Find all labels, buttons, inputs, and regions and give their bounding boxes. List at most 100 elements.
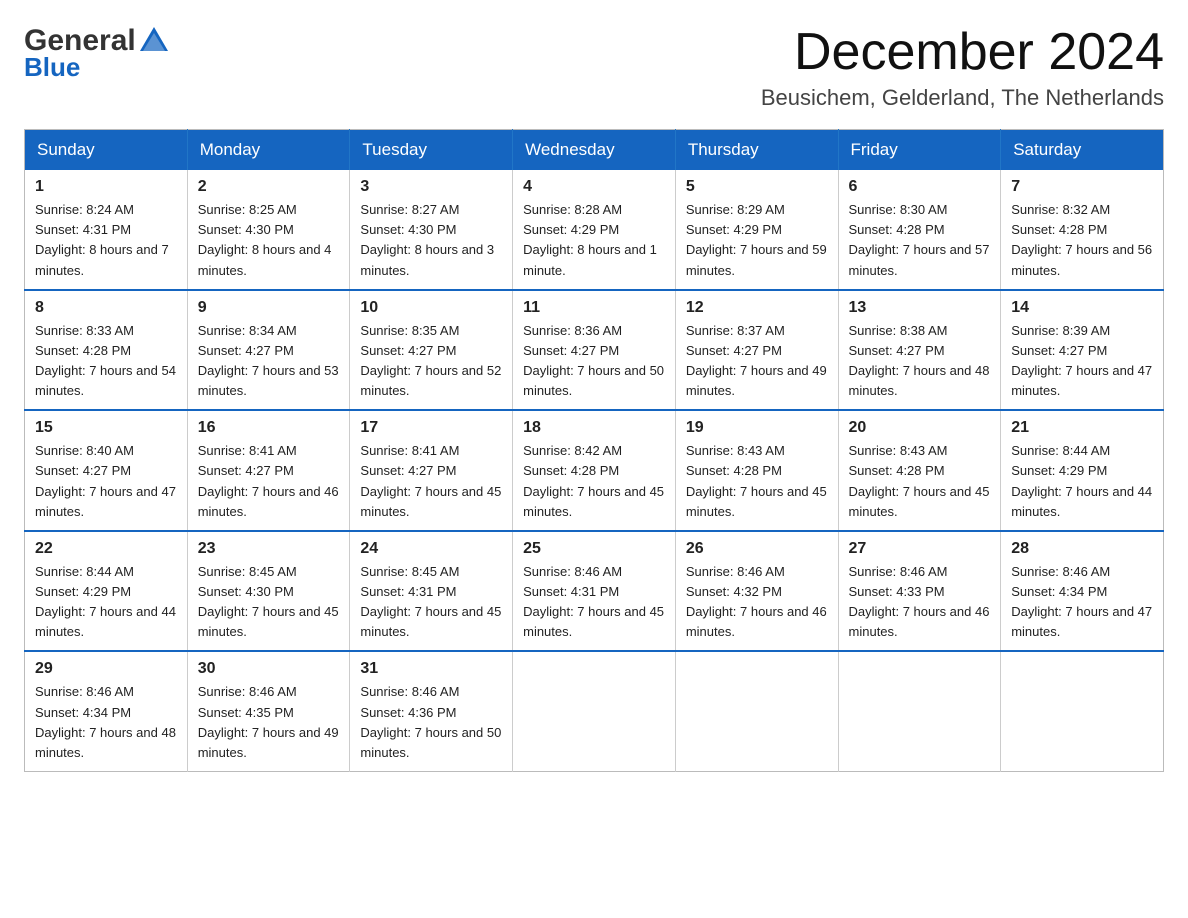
day-cell-13: 13 Sunrise: 8:38 AM Sunset: 4:27 PM Dayl…: [838, 290, 1001, 411]
day-cell-2: 2 Sunrise: 8:25 AM Sunset: 4:30 PM Dayli…: [187, 170, 350, 290]
day-cell-27: 27 Sunrise: 8:46 AM Sunset: 4:33 PM Dayl…: [838, 531, 1001, 652]
week-row-3: 15 Sunrise: 8:40 AM Sunset: 4:27 PM Dayl…: [25, 410, 1164, 531]
day-cell-25: 25 Sunrise: 8:46 AM Sunset: 4:31 PM Dayl…: [513, 531, 676, 652]
day-cell-29: 29 Sunrise: 8:46 AM Sunset: 4:34 PM Dayl…: [25, 651, 188, 771]
day-number: 9: [198, 299, 340, 317]
location-title: Beusichem, Gelderland, The Netherlands: [761, 85, 1164, 111]
weekday-tuesday: Tuesday: [350, 130, 513, 171]
day-number: 13: [849, 299, 991, 317]
day-cell-3: 3 Sunrise: 8:27 AM Sunset: 4:30 PM Dayli…: [350, 170, 513, 290]
day-info: Sunrise: 8:28 AM Sunset: 4:29 PM Dayligh…: [523, 200, 665, 281]
day-number: 22: [35, 540, 177, 558]
day-number: 20: [849, 419, 991, 437]
day-cell-6: 6 Sunrise: 8:30 AM Sunset: 4:28 PM Dayli…: [838, 170, 1001, 290]
weekday-monday: Monday: [187, 130, 350, 171]
day-cell-8: 8 Sunrise: 8:33 AM Sunset: 4:28 PM Dayli…: [25, 290, 188, 411]
day-number: 1: [35, 178, 177, 196]
day-number: 28: [1011, 540, 1153, 558]
day-info: Sunrise: 8:43 AM Sunset: 4:28 PM Dayligh…: [686, 441, 828, 522]
week-row-5: 29 Sunrise: 8:46 AM Sunset: 4:34 PM Dayl…: [25, 651, 1164, 771]
day-info: Sunrise: 8:46 AM Sunset: 4:34 PM Dayligh…: [1011, 562, 1153, 643]
day-info: Sunrise: 8:41 AM Sunset: 4:27 PM Dayligh…: [198, 441, 340, 522]
day-info: Sunrise: 8:42 AM Sunset: 4:28 PM Dayligh…: [523, 441, 665, 522]
title-area: December 2024 Beusichem, Gelderland, The…: [761, 24, 1164, 111]
day-number: 31: [360, 660, 502, 678]
day-info: Sunrise: 8:39 AM Sunset: 4:27 PM Dayligh…: [1011, 321, 1153, 402]
weekday-friday: Friday: [838, 130, 1001, 171]
day-cell-30: 30 Sunrise: 8:46 AM Sunset: 4:35 PM Dayl…: [187, 651, 350, 771]
day-cell-24: 24 Sunrise: 8:45 AM Sunset: 4:31 PM Dayl…: [350, 531, 513, 652]
day-cell-17: 17 Sunrise: 8:41 AM Sunset: 4:27 PM Dayl…: [350, 410, 513, 531]
day-info: Sunrise: 8:38 AM Sunset: 4:27 PM Dayligh…: [849, 321, 991, 402]
empty-cell: [838, 651, 1001, 771]
logo-icon: [138, 23, 170, 55]
day-number: 26: [686, 540, 828, 558]
day-cell-15: 15 Sunrise: 8:40 AM Sunset: 4:27 PM Dayl…: [25, 410, 188, 531]
weekday-wednesday: Wednesday: [513, 130, 676, 171]
day-info: Sunrise: 8:45 AM Sunset: 4:30 PM Dayligh…: [198, 562, 340, 643]
weekday-thursday: Thursday: [675, 130, 838, 171]
logo-blue: Blue: [24, 52, 80, 83]
day-info: Sunrise: 8:32 AM Sunset: 4:28 PM Dayligh…: [1011, 200, 1153, 281]
day-info: Sunrise: 8:46 AM Sunset: 4:31 PM Dayligh…: [523, 562, 665, 643]
day-cell-19: 19 Sunrise: 8:43 AM Sunset: 4:28 PM Dayl…: [675, 410, 838, 531]
day-number: 6: [849, 178, 991, 196]
day-cell-4: 4 Sunrise: 8:28 AM Sunset: 4:29 PM Dayli…: [513, 170, 676, 290]
day-info: Sunrise: 8:25 AM Sunset: 4:30 PM Dayligh…: [198, 200, 340, 281]
day-info: Sunrise: 8:24 AM Sunset: 4:31 PM Dayligh…: [35, 200, 177, 281]
day-cell-7: 7 Sunrise: 8:32 AM Sunset: 4:28 PM Dayli…: [1001, 170, 1164, 290]
day-number: 23: [198, 540, 340, 558]
day-info: Sunrise: 8:44 AM Sunset: 4:29 PM Dayligh…: [1011, 441, 1153, 522]
day-cell-10: 10 Sunrise: 8:35 AM Sunset: 4:27 PM Dayl…: [350, 290, 513, 411]
day-number: 12: [686, 299, 828, 317]
day-number: 8: [35, 299, 177, 317]
day-cell-31: 31 Sunrise: 8:46 AM Sunset: 4:36 PM Dayl…: [350, 651, 513, 771]
day-number: 3: [360, 178, 502, 196]
day-number: 15: [35, 419, 177, 437]
day-info: Sunrise: 8:29 AM Sunset: 4:29 PM Dayligh…: [686, 200, 828, 281]
weekday-header-row: SundayMondayTuesdayWednesdayThursdayFrid…: [25, 130, 1164, 171]
day-info: Sunrise: 8:36 AM Sunset: 4:27 PM Dayligh…: [523, 321, 665, 402]
month-title: December 2024: [761, 24, 1164, 81]
day-info: Sunrise: 8:37 AM Sunset: 4:27 PM Dayligh…: [686, 321, 828, 402]
day-cell-18: 18 Sunrise: 8:42 AM Sunset: 4:28 PM Dayl…: [513, 410, 676, 531]
day-number: 19: [686, 419, 828, 437]
weekday-sunday: Sunday: [25, 130, 188, 171]
day-cell-23: 23 Sunrise: 8:45 AM Sunset: 4:30 PM Dayl…: [187, 531, 350, 652]
day-info: Sunrise: 8:40 AM Sunset: 4:27 PM Dayligh…: [35, 441, 177, 522]
day-number: 10: [360, 299, 502, 317]
day-info: Sunrise: 8:43 AM Sunset: 4:28 PM Dayligh…: [849, 441, 991, 522]
day-number: 14: [1011, 299, 1153, 317]
day-cell-28: 28 Sunrise: 8:46 AM Sunset: 4:34 PM Dayl…: [1001, 531, 1164, 652]
day-info: Sunrise: 8:34 AM Sunset: 4:27 PM Dayligh…: [198, 321, 340, 402]
day-cell-20: 20 Sunrise: 8:43 AM Sunset: 4:28 PM Dayl…: [838, 410, 1001, 531]
day-cell-12: 12 Sunrise: 8:37 AM Sunset: 4:27 PM Dayl…: [675, 290, 838, 411]
day-number: 18: [523, 419, 665, 437]
day-info: Sunrise: 8:44 AM Sunset: 4:29 PM Dayligh…: [35, 562, 177, 643]
day-info: Sunrise: 8:41 AM Sunset: 4:27 PM Dayligh…: [360, 441, 502, 522]
weekday-saturday: Saturday: [1001, 130, 1164, 171]
header: General Blue December 2024 Beusichem, Ge…: [24, 24, 1164, 111]
week-row-4: 22 Sunrise: 8:44 AM Sunset: 4:29 PM Dayl…: [25, 531, 1164, 652]
day-info: Sunrise: 8:45 AM Sunset: 4:31 PM Dayligh…: [360, 562, 502, 643]
logo: General Blue: [24, 24, 170, 83]
day-info: Sunrise: 8:46 AM Sunset: 4:34 PM Dayligh…: [35, 682, 177, 763]
day-info: Sunrise: 8:46 AM Sunset: 4:32 PM Dayligh…: [686, 562, 828, 643]
week-row-1: 1 Sunrise: 8:24 AM Sunset: 4:31 PM Dayli…: [25, 170, 1164, 290]
day-cell-14: 14 Sunrise: 8:39 AM Sunset: 4:27 PM Dayl…: [1001, 290, 1164, 411]
day-number: 25: [523, 540, 665, 558]
empty-cell: [513, 651, 676, 771]
day-cell-26: 26 Sunrise: 8:46 AM Sunset: 4:32 PM Dayl…: [675, 531, 838, 652]
day-number: 30: [198, 660, 340, 678]
day-info: Sunrise: 8:30 AM Sunset: 4:28 PM Dayligh…: [849, 200, 991, 281]
day-number: 2: [198, 178, 340, 196]
day-cell-21: 21 Sunrise: 8:44 AM Sunset: 4:29 PM Dayl…: [1001, 410, 1164, 531]
week-row-2: 8 Sunrise: 8:33 AM Sunset: 4:28 PM Dayli…: [25, 290, 1164, 411]
day-cell-11: 11 Sunrise: 8:36 AM Sunset: 4:27 PM Dayl…: [513, 290, 676, 411]
day-info: Sunrise: 8:35 AM Sunset: 4:27 PM Dayligh…: [360, 321, 502, 402]
day-number: 21: [1011, 419, 1153, 437]
day-cell-5: 5 Sunrise: 8:29 AM Sunset: 4:29 PM Dayli…: [675, 170, 838, 290]
day-info: Sunrise: 8:46 AM Sunset: 4:35 PM Dayligh…: [198, 682, 340, 763]
calendar-table: SundayMondayTuesdayWednesdayThursdayFrid…: [24, 129, 1164, 772]
day-number: 29: [35, 660, 177, 678]
